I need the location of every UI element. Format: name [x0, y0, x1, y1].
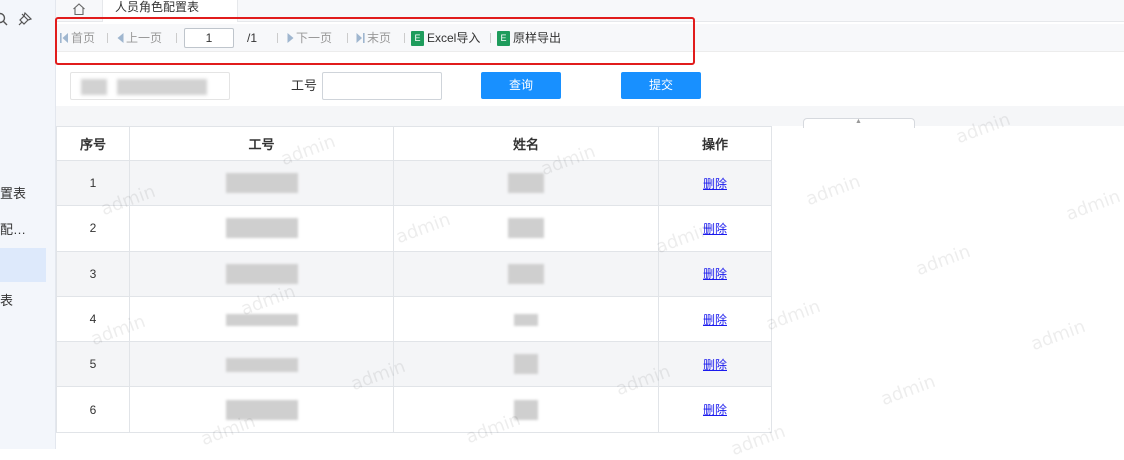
redacted-text — [225, 173, 298, 194]
column-header-action: 操作 — [658, 126, 772, 161]
sidebar-item-config-table[interactable]: 置表 — [0, 177, 46, 211]
table-row: 6 删除 — [56, 386, 772, 433]
row-employee-id — [129, 159, 394, 207]
sidebar-item-table[interactable]: 表 — [0, 284, 46, 318]
watermark: admin — [803, 170, 864, 211]
tab-label: 人员角色配置表 — [115, 0, 200, 14]
delete-link[interactable]: 删除 — [703, 358, 727, 372]
row-action: 删除 — [658, 250, 772, 297]
row-employee-id — [129, 341, 394, 388]
row-index: 3 — [56, 250, 130, 297]
employee-id-label: 工号 — [291, 78, 318, 93]
delete-link[interactable]: 删除 — [703, 403, 727, 417]
sidebar-item-config[interactable]: 配… — [0, 213, 46, 247]
watermark: admin — [763, 295, 824, 336]
pin-icon[interactable] — [18, 11, 34, 28]
column-header-employee-id: 工号 — [129, 126, 394, 161]
redacted-text — [225, 263, 298, 284]
row-employee-id — [129, 386, 394, 433]
collapse-toggle[interactable]: ▲ — [803, 118, 915, 128]
search-button[interactable]: 查询 — [481, 72, 561, 99]
redacted-text — [117, 79, 207, 95]
row-name — [393, 159, 659, 207]
content-divider — [56, 106, 1124, 126]
delete-link[interactable]: 删除 — [703, 222, 727, 236]
highlight-box — [55, 17, 695, 65]
redacted-text — [508, 173, 544, 194]
redacted-text — [225, 313, 298, 326]
employee-id-input[interactable] — [322, 72, 442, 100]
row-name — [393, 250, 659, 297]
delete-link[interactable]: 删除 — [703, 267, 727, 281]
row-name — [393, 386, 659, 433]
row-index: 1 — [56, 159, 130, 207]
redacted-text — [225, 218, 298, 239]
row-action: 删除 — [658, 295, 772, 343]
row-employee-id — [129, 205, 394, 252]
sidebar: 置表 配… 表 — [0, 0, 56, 449]
delete-link[interactable]: 删除 — [703, 313, 727, 327]
redacted-text — [514, 313, 538, 326]
row-index: 2 — [56, 205, 130, 252]
redacted-text — [225, 357, 298, 372]
row-index: 5 — [56, 341, 130, 388]
data-table: 序号 工号 姓名 操作 1 删除 2 删除 3 删除 4 删除 5 删除 6 删… — [56, 126, 772, 433]
redacted-text — [81, 79, 107, 95]
collapse-arrow-icon: ▲ — [855, 118, 862, 125]
blurred-select[interactable] — [70, 72, 230, 100]
watermark: admin — [913, 240, 974, 281]
row-index: 4 — [56, 295, 130, 343]
redacted-text — [514, 354, 538, 375]
redacted-text — [514, 399, 538, 420]
table-row: 5 删除 — [56, 341, 772, 388]
row-name — [393, 341, 659, 388]
row-action: 删除 — [658, 341, 772, 388]
watermark: admin — [1028, 315, 1089, 356]
row-employee-id — [129, 250, 394, 297]
table-row: 2 删除 — [56, 205, 772, 252]
row-name — [393, 295, 659, 343]
table-header-row: 序号 工号 姓名 操作 — [56, 126, 772, 161]
redacted-text — [508, 218, 544, 239]
delete-link[interactable]: 删除 — [703, 177, 727, 191]
watermark: admin — [1063, 185, 1124, 226]
row-index: 6 — [56, 386, 130, 433]
row-name — [393, 205, 659, 252]
submit-button[interactable]: 提交 — [621, 72, 701, 99]
table-row: 3 删除 — [56, 250, 772, 297]
sidebar-item-active[interactable] — [0, 248, 46, 282]
row-action: 删除 — [658, 205, 772, 252]
redacted-text — [508, 263, 544, 284]
column-header-index: 序号 — [56, 126, 130, 161]
row-action: 删除 — [658, 159, 772, 207]
watermark: admin — [878, 370, 939, 411]
search-icon[interactable] — [0, 12, 10, 28]
redacted-text — [225, 399, 298, 420]
row-employee-id — [129, 295, 394, 343]
row-action: 删除 — [658, 386, 772, 433]
table-row: 1 删除 — [56, 159, 772, 207]
column-header-name: 姓名 — [393, 126, 659, 161]
table-row: 4 删除 — [56, 295, 772, 343]
